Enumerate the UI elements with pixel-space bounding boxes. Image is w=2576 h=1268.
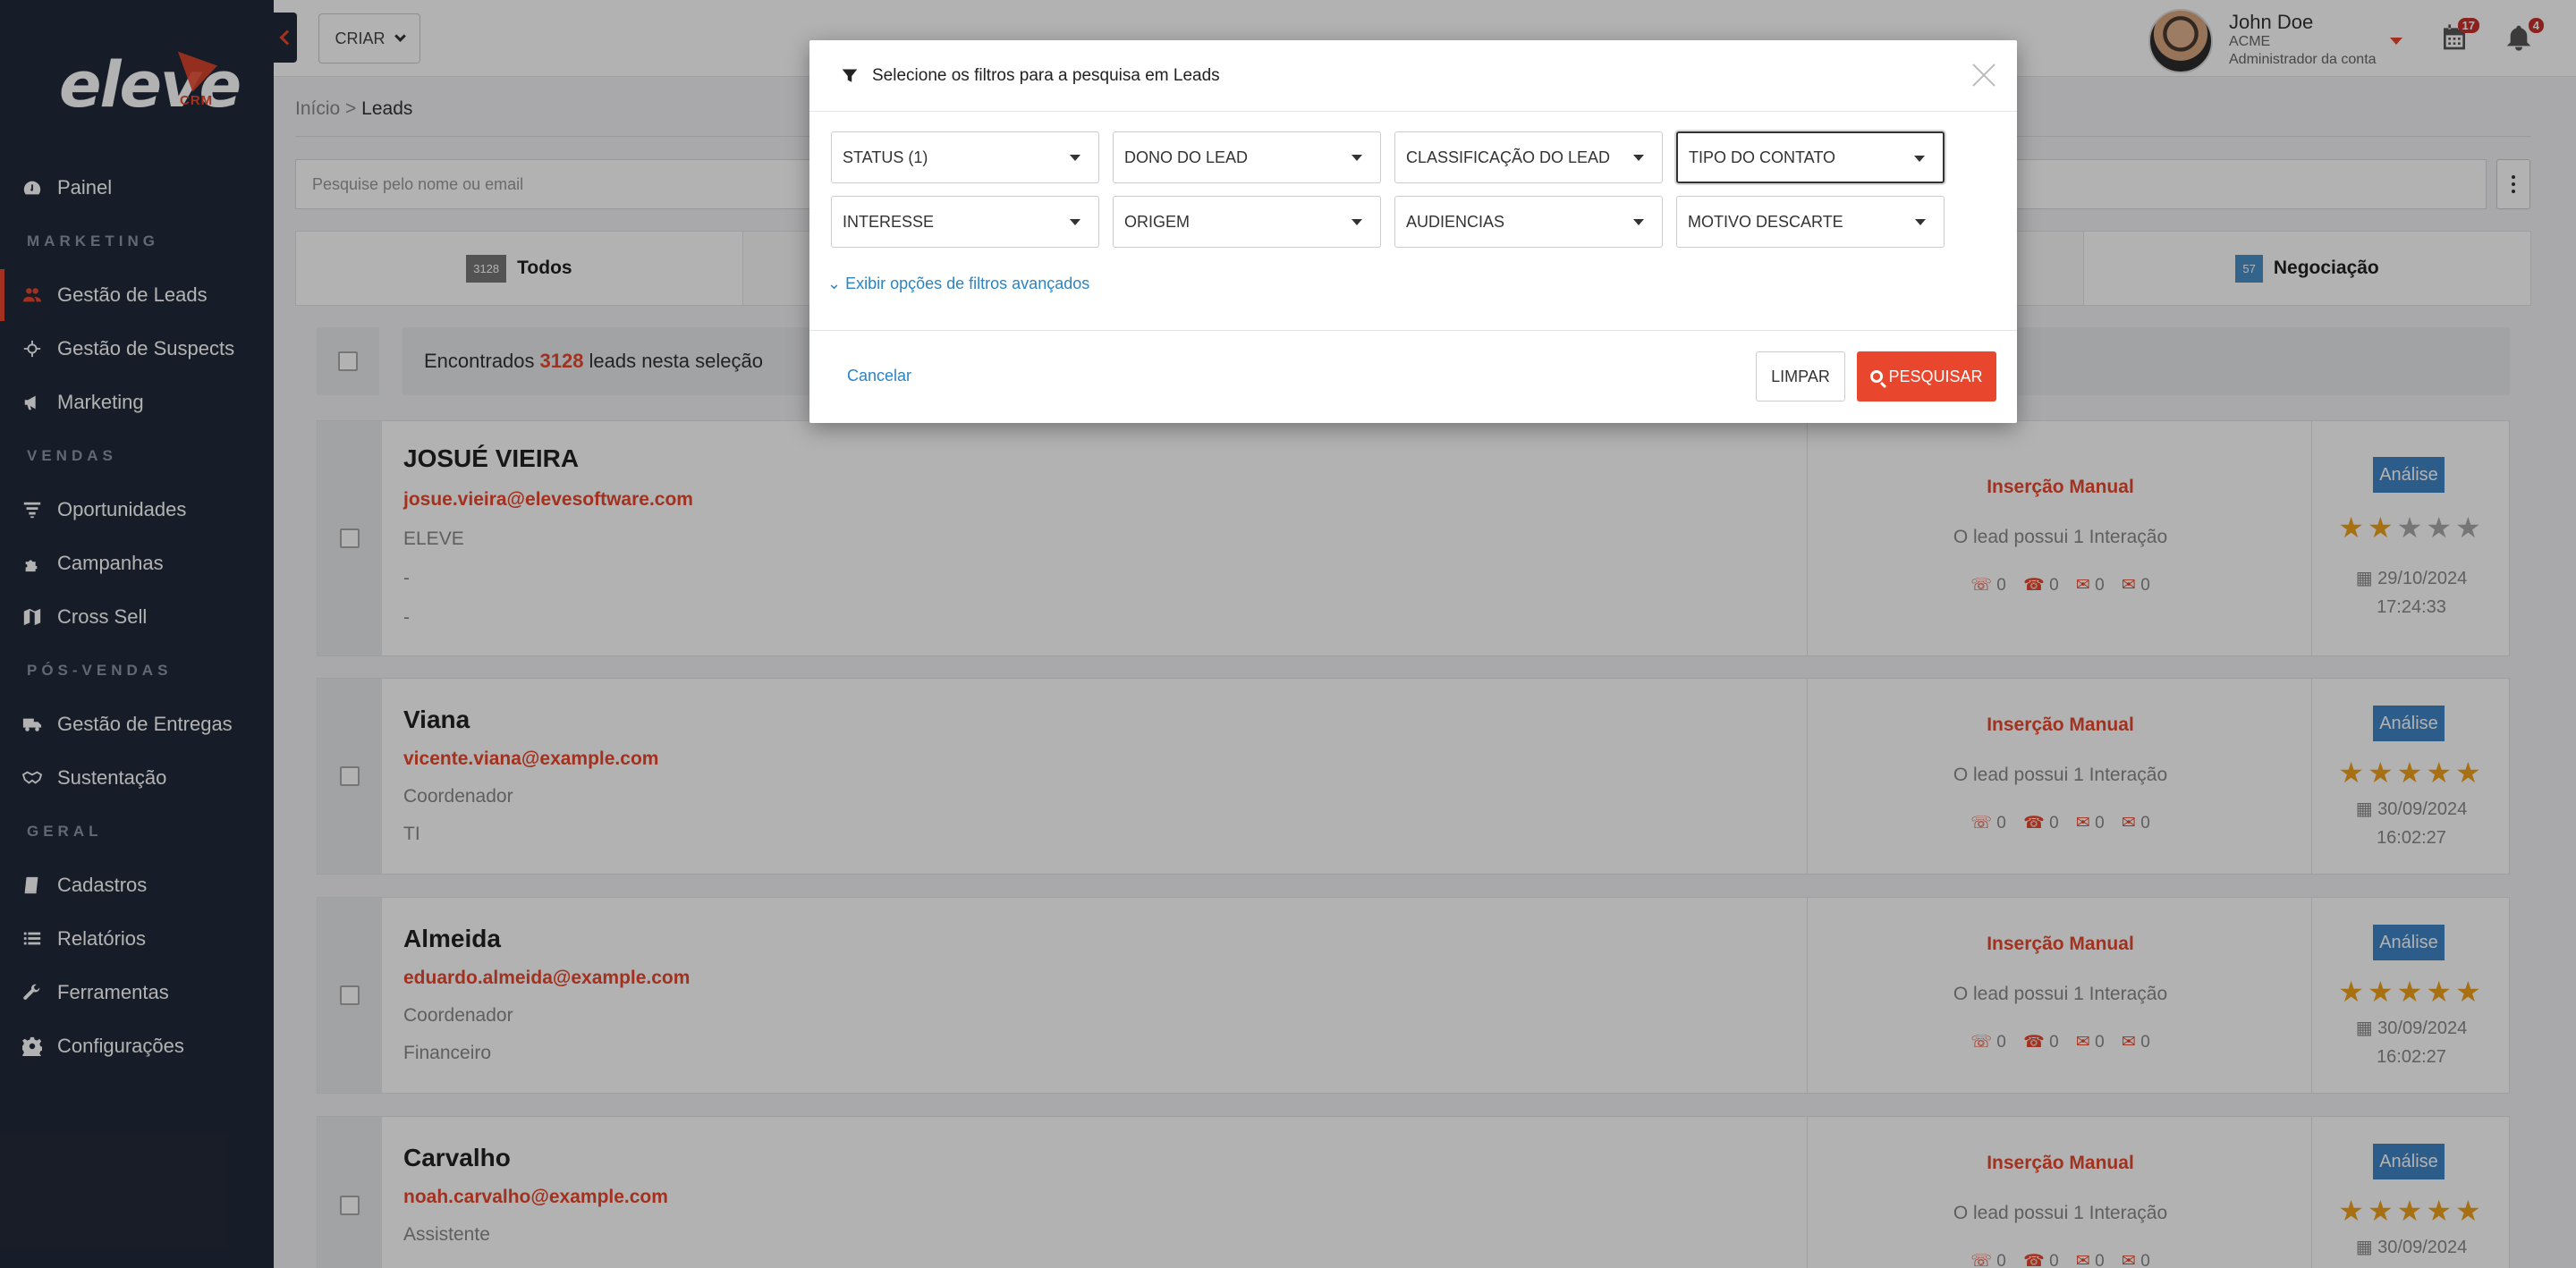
caret-down-icon bbox=[1633, 219, 1644, 225]
filter-audiencias[interactable]: AUDIENCIAS bbox=[1394, 196, 1663, 248]
filter-dono-lead[interactable]: DONO DO LEAD bbox=[1113, 131, 1381, 183]
caret-down-icon bbox=[1070, 219, 1080, 225]
caret-down-icon bbox=[1352, 155, 1362, 161]
close-icon[interactable] bbox=[1969, 60, 1999, 90]
filter-modal: Selecione os filtros para a pesquisa em … bbox=[809, 40, 2017, 423]
modal-title: Selecione os filtros para a pesquisa em … bbox=[872, 65, 1220, 85]
filter-motivo-descarte[interactable]: MOTIVO DESCARTE bbox=[1676, 196, 1945, 248]
search-button-label: PESQUISAR bbox=[1888, 367, 1983, 385]
clear-button[interactable]: LIMPAR bbox=[1756, 351, 1845, 402]
cancel-button[interactable]: Cancelar bbox=[847, 367, 911, 385]
filter-origem[interactable]: ORIGEM bbox=[1113, 196, 1381, 248]
caret-down-icon bbox=[1633, 155, 1644, 161]
modal-footer-divider bbox=[809, 330, 2017, 331]
chevron-down-icon: ⌄ bbox=[827, 275, 846, 292]
filter-tipo-contato[interactable]: TIPO DO CONTATO bbox=[1676, 131, 1945, 183]
advanced-filters-link[interactable]: ⌄ Exibir opções de filtros avançados bbox=[827, 275, 1089, 293]
caret-down-icon bbox=[1070, 155, 1080, 161]
caret-down-icon bbox=[1914, 156, 1925, 162]
filter-status[interactable]: STATUS (1) bbox=[831, 131, 1099, 183]
caret-down-icon bbox=[1352, 219, 1362, 225]
search-button[interactable]: PESQUISAR bbox=[1857, 351, 1996, 402]
search-icon bbox=[1870, 370, 1884, 383]
filter-interesse[interactable]: INTERESSE bbox=[831, 196, 1099, 248]
filter-classificacao[interactable]: CLASSIFICAÇÃO DO LEAD bbox=[1394, 131, 1663, 183]
modal-header: Selecione os filtros para a pesquisa em … bbox=[809, 40, 2017, 112]
caret-down-icon bbox=[1915, 219, 1926, 225]
filter-icon bbox=[842, 69, 858, 82]
